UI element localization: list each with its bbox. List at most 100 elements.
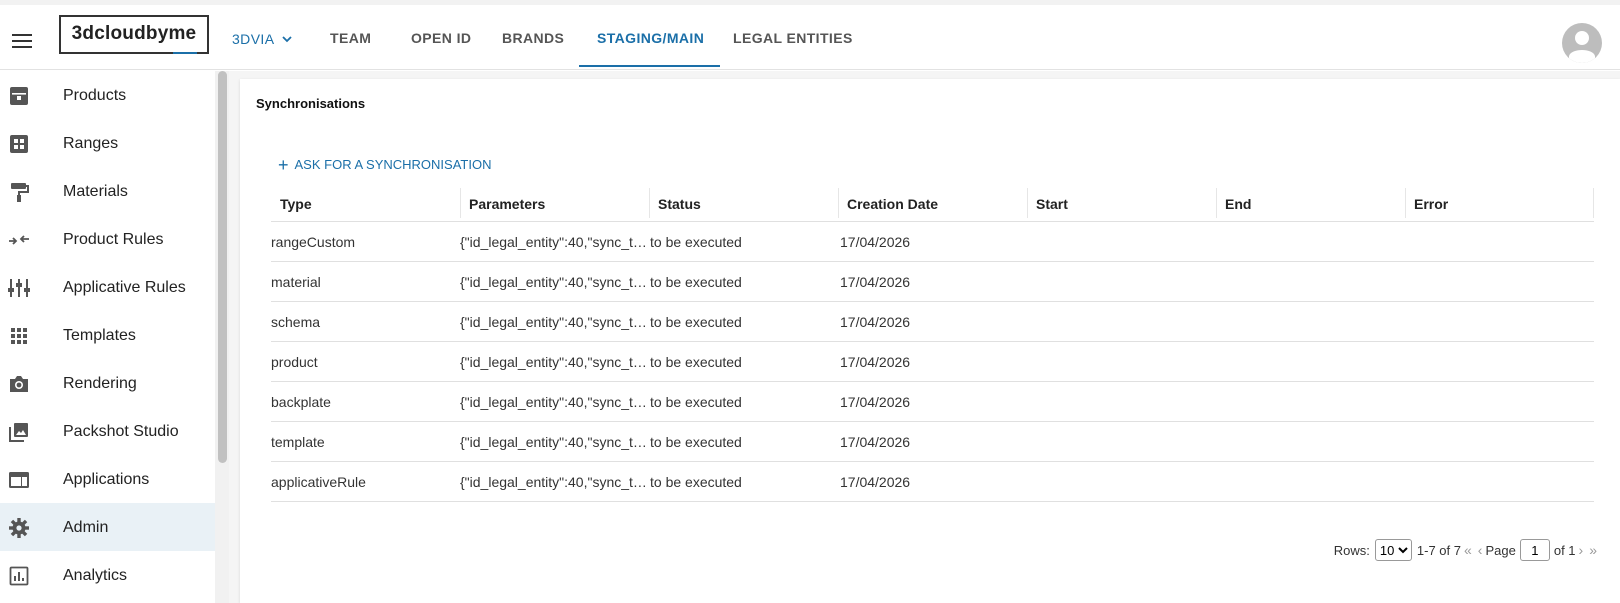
app-logo[interactable]: 3dcloudbyme	[59, 15, 209, 54]
sidebar-item-admin[interactable]: Admin	[0, 503, 215, 551]
cell-status: to be executed	[650, 274, 742, 290]
column-header-start[interactable]: Start	[1027, 184, 1216, 222]
column-header-type[interactable]: Type	[271, 184, 460, 222]
cell-status: to be executed	[650, 434, 742, 450]
table-row[interactable]: applicativeRule {"id_legal_entity":40,"s…	[271, 462, 1594, 502]
cell-parameters: {"id_legal_entity":40,"sync_type"	[460, 474, 648, 490]
ask-button-label: ASK FOR A SYNCHRONISATION	[294, 157, 492, 172]
cell-status: to be executed	[650, 234, 742, 250]
synchronisations-table: Type Parameters Status Creation Date Sta…	[271, 184, 1594, 502]
sidebar-scrollbar-thumb[interactable]	[218, 71, 227, 463]
sidebar-item-applicative-rules[interactable]: Applicative Rules	[0, 263, 215, 311]
cell-status: to be executed	[650, 314, 742, 330]
column-separator	[1593, 188, 1594, 218]
nav-staging-main[interactable]: STAGING/MAIN	[578, 5, 721, 67]
photo-library-icon	[9, 423, 28, 442]
nav-open-id[interactable]: OPEN ID	[411, 5, 471, 67]
column-header-status[interactable]: Status	[649, 184, 838, 222]
cell-start	[1029, 382, 1214, 422]
sidebar-item-label: Products	[63, 87, 127, 104]
cell-creation-date: 17/04/2026	[840, 274, 911, 290]
table-header: Type Parameters Status Creation Date Sta…	[271, 184, 1594, 222]
sidebar-item-product-rules[interactable]: Product Rules	[0, 215, 215, 263]
person-icon	[1569, 31, 1595, 63]
analytics-icon	[9, 566, 29, 586]
cell-type: applicativeRule	[271, 474, 366, 490]
cell-parameters: {"id_legal_entity":40,"sync_type"	[460, 314, 648, 330]
sidebar-item-label: Rendering	[63, 375, 137, 392]
sidebar-item-analytics[interactable]: Analytics	[0, 551, 215, 599]
page-number-input[interactable]	[1519, 539, 1550, 561]
of-pages-label: of 1	[1553, 542, 1576, 558]
sidebar-item-label: Templates	[63, 327, 136, 344]
cell-creation-date: 17/04/2026	[840, 354, 911, 370]
sidebar-item-ranges[interactable]: Ranges	[0, 119, 215, 167]
first-page-icon[interactable]: «	[1464, 542, 1472, 558]
last-page-icon[interactable]: »	[1589, 542, 1597, 558]
camera-icon	[10, 376, 28, 392]
products-icon	[10, 87, 28, 105]
cell-creation-date: 17/04/2026	[840, 234, 911, 250]
sidebar-item-label: Applicative Rules	[63, 279, 186, 296]
table-row[interactable]: schema {"id_legal_entity":40,"sync_type"…	[271, 302, 1594, 342]
cell-type: schema	[271, 314, 321, 330]
column-header-end[interactable]: End	[1216, 184, 1405, 222]
previous-page-icon[interactable]: ‹	[1478, 542, 1483, 558]
top-bar: 3dcloudbyme 3DVIA TEAM OPEN ID BRANDS ST…	[0, 0, 1620, 70]
cell-error	[1407, 342, 1592, 382]
cell-end	[1218, 302, 1403, 342]
column-header-error[interactable]: Error	[1405, 184, 1594, 222]
user-avatar[interactable]	[1562, 23, 1602, 63]
cell-start	[1029, 422, 1214, 462]
cell-type: material	[271, 274, 321, 290]
cell-parameters: {"id_legal_entity":40,"sync_type"	[460, 434, 648, 450]
cell-parameters: {"id_legal_entity":40,"sync_type"	[460, 394, 648, 410]
sidebar-item-templates[interactable]: Templates	[0, 311, 215, 359]
cell-creation-date: 17/04/2026	[840, 394, 911, 410]
sidebar-item-label: Analytics	[63, 567, 128, 584]
table-row[interactable]: rangeCustom {"id_legal_entity":40,"sync_…	[271, 222, 1594, 262]
plus-icon: +	[278, 155, 289, 175]
cell-creation-date: 17/04/2026	[840, 314, 911, 330]
cell-creation-date: 17/04/2026	[840, 434, 911, 450]
cell-error	[1407, 262, 1592, 302]
column-header-creation-date[interactable]: Creation Date	[838, 184, 1027, 222]
chevron-down-icon	[282, 30, 293, 46]
sidebar-item-materials[interactable]: Materials	[0, 167, 215, 215]
merge-arrows-icon	[9, 235, 29, 245]
cell-type: rangeCustom	[271, 234, 356, 250]
rows-label: Rows:	[1333, 542, 1370, 558]
cell-type: template	[271, 434, 325, 450]
sliders-icon	[8, 279, 30, 297]
column-header-parameters[interactable]: Parameters	[460, 184, 649, 222]
sidebar-item-label: Ranges	[63, 135, 119, 152]
table-row[interactable]: backplate {"id_legal_entity":40,"sync_ty…	[271, 382, 1594, 422]
nav-3dvia-dropdown[interactable]: 3DVIA	[232, 5, 293, 67]
rows-per-page-select[interactable]: 10	[1374, 539, 1412, 561]
logo-underline	[173, 52, 197, 54]
sidebar: Products Ranges Materials Product Rules …	[0, 71, 215, 603]
nav-legal-entities[interactable]: LEGAL ENTITIES	[733, 5, 853, 67]
cell-end	[1218, 422, 1403, 462]
grid-icon	[11, 328, 27, 344]
cell-parameters: {"id_legal_entity":40,"sync_type"	[460, 354, 648, 370]
menu-icon[interactable]	[10, 31, 34, 49]
sidebar-item-rendering[interactable]: Rendering	[0, 359, 215, 407]
table-row[interactable]: template {"id_legal_entity":40,"sync_typ…	[271, 422, 1594, 462]
cell-error	[1407, 382, 1592, 422]
table-row[interactable]: product {"id_legal_entity":40,"sync_type…	[271, 342, 1594, 382]
sidebar-item-applications[interactable]: Applications	[0, 455, 215, 503]
cell-error	[1407, 302, 1592, 342]
cell-end	[1218, 222, 1403, 262]
nav-team[interactable]: TEAM	[330, 5, 371, 67]
range-text: 1-7 of 7	[1416, 542, 1461, 558]
next-page-icon[interactable]: ›	[1579, 542, 1584, 558]
sidebar-item-products[interactable]: Products	[0, 71, 215, 119]
nav-3dvia-label: 3DVIA	[232, 31, 275, 47]
cell-start	[1029, 302, 1214, 342]
ask-for-synchronisation-button[interactable]: + ASK FOR A SYNCHRONISATION	[278, 155, 491, 176]
cell-error	[1407, 222, 1592, 262]
table-row[interactable]: material {"id_legal_entity":40,"sync_typ…	[271, 262, 1594, 302]
nav-brands[interactable]: BRANDS	[502, 5, 564, 67]
sidebar-item-packshot-studio[interactable]: Packshot Studio	[0, 407, 215, 455]
